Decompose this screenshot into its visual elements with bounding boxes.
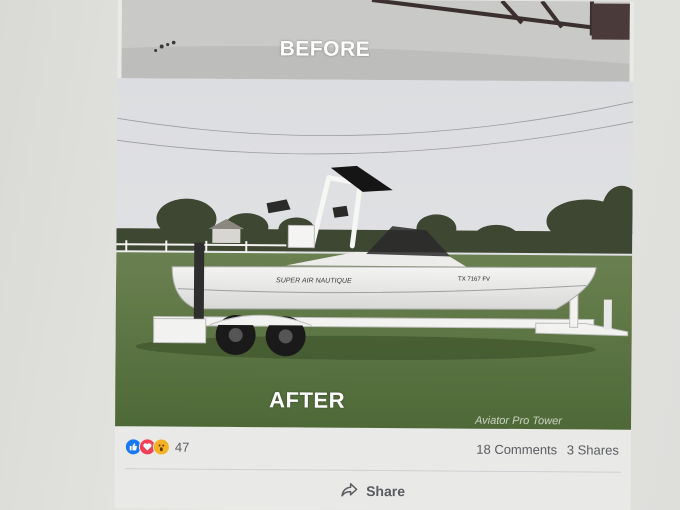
engagement-counts: 18 Comments 3 Shares xyxy=(470,441,619,457)
before-photo-scene xyxy=(121,0,630,82)
after-caption: AFTER xyxy=(269,387,346,413)
watermark: Aviator Pro Tower xyxy=(475,414,562,428)
comments-count-link[interactable]: 18 Comments xyxy=(476,441,557,457)
post-stats-bar: 47 18 Comments 3 Shares xyxy=(115,426,631,470)
after-photo[interactable]: SUPER AIR NAUTIQUE TX 7167 FV AFTER Avia… xyxy=(115,78,634,430)
share-arrow-icon xyxy=(340,481,358,500)
after-photo-scene: SUPER AIR NAUTIQUE TX 7167 FV xyxy=(115,78,634,430)
share-label: Share xyxy=(366,482,406,500)
boat-name: SUPER AIR NAUTIQUE xyxy=(276,277,352,285)
facebook-post: BEFORE SUPER AIR NAUTIQUE TX 7167 FV AFT… xyxy=(114,0,634,510)
reaction-count: 47 xyxy=(174,439,190,455)
shares-count-link[interactable]: 3 Shares xyxy=(567,442,619,457)
boat-registration: TX 7167 FV xyxy=(458,277,490,283)
wow-icon xyxy=(152,437,170,456)
post-actions-bar: Share xyxy=(114,470,630,510)
reactions-summary[interactable]: 47 xyxy=(124,437,190,456)
share-button[interactable]: Share xyxy=(326,475,419,507)
before-photo[interactable]: BEFORE xyxy=(121,0,630,82)
before-caption: BEFORE xyxy=(279,37,371,61)
